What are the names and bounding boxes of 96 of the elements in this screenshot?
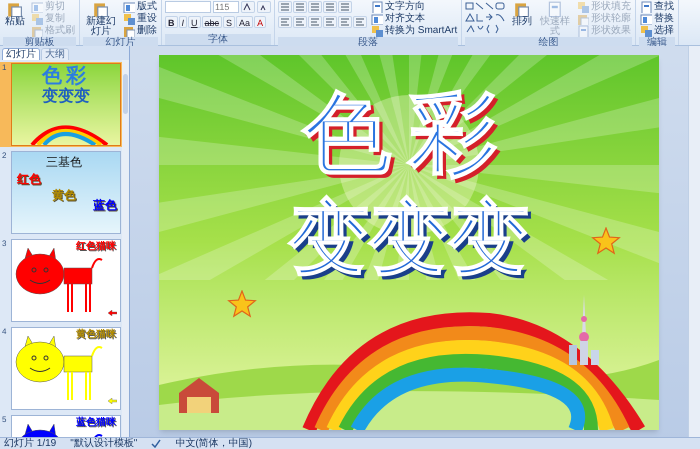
list-icon [295,3,305,11]
document-icon [640,1,652,13]
ribbon-button[interactable]: 转换为 SmartArt [370,25,458,37]
document-icon [547,1,564,17]
slide-thumbnail[interactable]: 蓝色猫咪 [11,415,121,437]
pane-tab[interactable]: 幻灯片 [2,48,40,60]
slide-number: 3 [1,238,8,249]
layout-icon [31,1,43,13]
clipboard-icon [123,25,135,37]
slide-number: 1 [1,62,8,73]
layout-icon [123,1,135,13]
format-button[interactable]: A [254,16,266,28]
list-icon [325,3,335,11]
ribbon-button[interactable]: 新建幻灯片 [83,1,119,37]
shape-icon [31,13,43,25]
ribbon-button[interactable]: 选择 [639,25,676,37]
clipboard-icon [514,1,530,17]
align-button[interactable] [278,16,292,28]
grow-font-icon [243,3,253,11]
align-button[interactable] [293,16,307,28]
format-button[interactable]: Aa [236,16,254,28]
language-label: 中文(简体，中国) [175,438,252,448]
align-icon [310,18,320,26]
ribbon-button[interactable]: 粘贴 [3,1,27,27]
slide-counter: 幻灯片 1/19 [4,438,56,448]
color-word: 红色 [17,171,41,188]
ribbon-button[interactable]: 对齐文本 [370,13,458,25]
ribbon-button[interactable]: 重设 [122,13,158,25]
group-label: 字体 [165,34,271,45]
slide-title: 色彩 [303,85,515,181]
ribbon-button[interactable]: 文字方向 [370,1,458,13]
document-icon [371,1,383,13]
format-button[interactable]: U [188,16,201,28]
shape-icon [371,25,383,37]
list-icon [310,3,320,11]
shrink-font-button[interactable] [257,1,271,13]
slide-number: 4 [1,326,8,337]
font-size-field[interactable]: 115 [213,1,239,13]
star-icon [591,227,621,257]
align-icon [355,18,365,26]
align-button[interactable] [353,16,367,28]
spell-check-icon [151,439,162,448]
list-button[interactable] [338,1,352,13]
ribbon-button[interactable]: 版式 [122,1,158,13]
layout-icon [371,13,383,25]
layout-icon [640,13,652,25]
align-icon [340,18,350,26]
ribbon-button[interactable]: 替换 [639,13,676,25]
slide-thumbnail[interactable]: 红色猫咪 [11,239,121,322]
align-button[interactable] [338,16,352,28]
slide-caption: 蓝色猫咪 [76,417,116,428]
slide-number: 2 [1,150,8,161]
shape-icon [577,1,590,13]
format-button[interactable]: I [178,16,188,28]
theme-name: "默认设计模板" [70,438,138,448]
list-button[interactable] [308,1,322,13]
color-word: 黄色 [52,187,76,204]
slide-subtitle: 变变变 [42,88,90,106]
grow-font-button[interactable] [241,1,255,13]
align-icon [295,18,305,26]
slide-number: 5 [1,414,8,425]
arrow-icon [108,398,117,404]
align-icon [325,18,335,26]
font-name-field[interactable] [165,1,211,13]
ribbon-button[interactable]: 查找 [639,1,676,13]
align-button[interactable] [308,16,322,28]
ribbon-button[interactable]: 排列 [510,1,534,27]
list-button[interactable] [323,1,337,13]
format-button[interactable]: S [223,16,236,28]
list-button[interactable] [293,1,307,13]
slide-title: 三基色 [46,154,82,171]
shape-icon [640,25,652,37]
pane-tab[interactable]: 大纲 [41,48,69,60]
slide-thumbnail[interactable]: 色彩 变变变 [11,63,121,146]
format-button[interactable]: B [165,16,178,28]
align-button[interactable] [323,16,337,28]
shapes-gallery-icon [465,1,508,35]
star-icon [227,290,257,320]
shape-icon [123,13,135,25]
clipboard-icon [93,1,109,17]
slide-caption: 黄色猫咪 [76,329,116,340]
scrollbar[interactable] [122,60,129,437]
slide-subtitle: 变变变 [289,193,529,283]
arrow-icon [108,310,117,316]
scrollbar[interactable] [688,46,700,437]
clipboard-icon [577,13,590,25]
color-word: 蓝色 [93,197,117,214]
format-button[interactable]: abc [202,16,222,28]
list-icon [340,3,350,11]
align-icon [280,18,290,26]
slide-thumbnail[interactable]: 三基色 红色 黄色 蓝色 [11,151,121,234]
list-icon [280,3,290,11]
clipboard-icon [7,1,23,17]
list-button[interactable] [278,1,292,13]
slide-caption: 红色猫咪 [76,241,116,252]
slide-title: 色彩 [42,64,90,87]
